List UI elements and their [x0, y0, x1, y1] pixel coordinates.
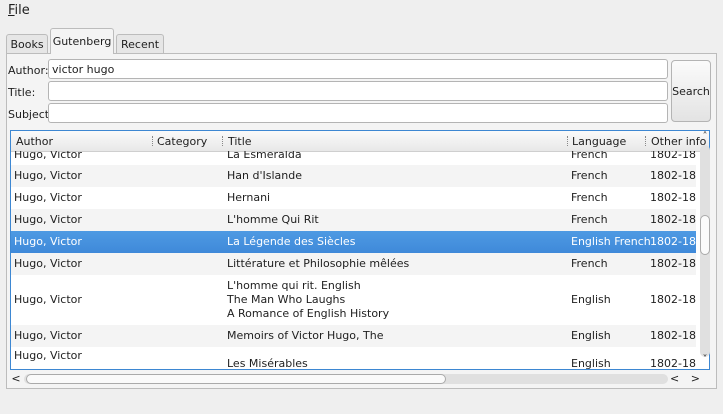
cell-other-info: 1802-1885 [650, 329, 696, 342]
column-header-author[interactable]: Author [16, 135, 53, 148]
cell-other-info: 1802-1885 [650, 257, 696, 270]
table-row[interactable]: Hugo, Victor L'homme Qui Rit French 1802-18… [11, 209, 696, 231]
subject-input[interactable] [48, 103, 668, 123]
cell-title: Hernani [227, 191, 271, 204]
title-label: Title: [8, 86, 36, 99]
title-input[interactable] [48, 81, 668, 101]
cell-other-info: 1802-1885 [650, 235, 696, 248]
cell-author: Hugo, Victor [14, 329, 82, 342]
cell-title: La Légende des Siècles [227, 235, 356, 248]
tab-books[interactable]: Books [6, 34, 48, 54]
subject-label: Subject: [8, 108, 53, 121]
column-separator[interactable] [645, 136, 647, 146]
table-row[interactable]: Hugo, Victor Les Misérables English 1802-18… [11, 347, 696, 369]
table-row[interactable]: Hugo, Victor La Légende des Siècles Englis… [11, 231, 696, 253]
cell-language: French [571, 151, 608, 161]
cell-other-info: 1802-1885 [650, 151, 696, 161]
horizontal-scrollbar[interactable]: < < > [10, 372, 710, 386]
vertical-scroll-thumb[interactable] [700, 215, 710, 255]
cell-title: Littérature et Philosophie mêlées [227, 257, 410, 270]
scroll-left-right-arrows-icon[interactable]: < > [670, 372, 706, 386]
cell-title: The Man Who Laughs [227, 293, 346, 306]
menu-file[interactable]: File [8, 3, 30, 18]
scroll-left-arrow-icon[interactable]: < [10, 372, 22, 386]
author-label: Author: [8, 64, 49, 77]
cell-title: Memoirs of Victor Hugo, The [227, 329, 384, 342]
cell-author: Hugo, Victor [14, 235, 82, 248]
cell-other-info: 1802-1885 [650, 169, 696, 182]
scroll-down-arrow-icon[interactable]: ˅ [699, 354, 711, 366]
cell-language: French [571, 257, 608, 270]
horizontal-scroll-track[interactable] [24, 374, 668, 384]
table-row[interactable]: Hugo, Victor L'homme qui rit. English The … [11, 275, 696, 325]
horizontal-scroll-thumb[interactable] [26, 374, 446, 384]
column-header-title[interactable]: Title [228, 135, 252, 148]
cell-author: Hugo, Victor [14, 169, 82, 182]
results-table[interactable]: Author Category Title Language Other inf… [10, 130, 710, 370]
column-separator[interactable] [222, 136, 224, 146]
cell-title: L'homme Qui Rit [227, 213, 319, 226]
table-row[interactable]: Hugo, Victor Littérature et Philosophie m… [11, 253, 696, 275]
table-row[interactable]: Hugo, Victor La Esmeralda French 1802-1885 [11, 151, 696, 165]
cell-title: Les Misérables [227, 357, 308, 369]
author-input[interactable] [48, 59, 668, 79]
cell-author: Hugo, Victor [14, 257, 82, 270]
cell-title: La Esmeralda [227, 151, 302, 161]
vertical-scroll-track[interactable] [700, 145, 710, 357]
vertical-scrollbar[interactable]: ˄ ˅ [697, 130, 713, 370]
cell-language: English [571, 293, 611, 306]
cell-author: Hugo, Victor [14, 213, 82, 226]
table-row[interactable]: Hugo, Victor Han d'Islande French 1802-1885 [11, 165, 696, 187]
cell-title: A Romance of English History [227, 307, 390, 320]
column-separator[interactable] [152, 136, 154, 146]
tab-gutenberg[interactable]: Gutenberg [50, 28, 114, 54]
cell-title: L'homme qui rit. English [227, 279, 361, 292]
search-button[interactable]: Search [671, 60, 711, 122]
column-header-language[interactable]: Language [572, 135, 626, 148]
cell-other-info: 1802-1885 [650, 357, 696, 369]
cell-other-info: 1802-1885 [650, 213, 696, 226]
cell-language: English [571, 329, 611, 342]
cell-other-info: 1802-1885 [650, 191, 696, 204]
cell-author: Hugo, Victor [14, 293, 82, 306]
cell-language: French [571, 169, 608, 182]
menu-bar: File [0, 0, 723, 22]
tab-recent[interactable]: Recent [116, 34, 164, 54]
column-header-category[interactable]: Category [157, 135, 207, 148]
cell-other-info: 1802-1885 [650, 293, 696, 306]
cell-language: French [571, 191, 608, 204]
cell-language: French [571, 213, 608, 226]
table-body: Hugo, VictorLa EsmeraldaFrench1802-1885H… [11, 151, 696, 369]
table-row[interactable]: Hugo, Victor Hernani French 1802-1885 [11, 187, 696, 209]
cell-language: English French [571, 235, 651, 248]
cell-author: Hugo, Victor [14, 349, 82, 362]
table-header: Author Category Title Language Other inf… [11, 131, 709, 152]
cell-language: English [571, 357, 611, 369]
cell-author: Hugo, Victor [14, 151, 82, 161]
column-separator[interactable] [567, 136, 569, 146]
scroll-up-arrow-icon[interactable]: ˄ [699, 131, 711, 143]
table-row[interactable]: Hugo, Victor Memoirs of Victor Hugo, The E… [11, 325, 696, 347]
cell-author: Hugo, Victor [14, 191, 82, 204]
cell-title: Han d'Islande [227, 169, 302, 182]
